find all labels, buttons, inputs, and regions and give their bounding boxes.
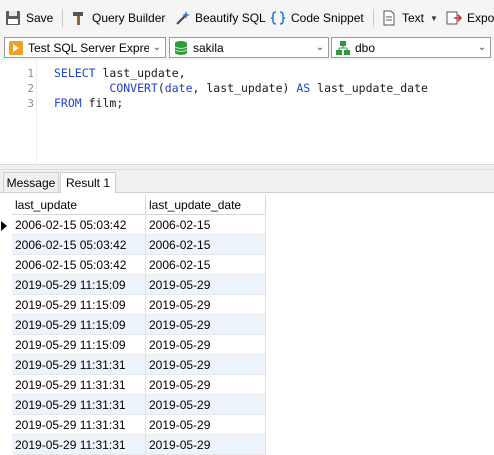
save-button[interactable]: Save (5, 9, 53, 27)
sql-editor[interactable]: 1 2 3 SELECT last_update, CONVERT(date, … (0, 60, 494, 164)
text-label: Text (402, 11, 425, 25)
connection-selector-bar: Test SQL Server Expres ⌄ sakila ⌄ dbo ⌄ (0, 36, 494, 60)
line-number: 2 (27, 82, 34, 95)
table-row[interactable]: 2019-05-29 11:31:31 2019-05-29 (0, 375, 266, 395)
tab-result-label: Result 1 (65, 176, 111, 190)
magic-wand-icon (174, 10, 190, 26)
table-row[interactable]: 2006-02-15 05:03:42 2006-02-15 (0, 235, 266, 255)
result-tabs: Message Result 1 (0, 170, 494, 193)
floppy-disk-icon (5, 10, 21, 26)
query-builder-button[interactable]: Query Builder (71, 9, 165, 27)
column-header-label: last_update_date (149, 197, 242, 212)
table-cell[interactable]: 2019-05-29 11:15:09 (12, 295, 146, 315)
table-cell[interactable]: 2019-05-29 (146, 375, 266, 395)
query-builder-label: Query Builder (92, 11, 166, 25)
table-cell[interactable]: 2019-05-29 (146, 315, 266, 335)
connection-value: Test SQL Server Expres (28, 40, 149, 55)
table-cell[interactable]: 2006-02-15 05:03:42 (12, 255, 146, 275)
connection-select[interactable]: Test SQL Server Expres ⌄ (4, 37, 166, 58)
table-cell[interactable]: 2019-05-29 11:31:31 (12, 375, 146, 395)
schema-select[interactable]: dbo ⌄ (331, 37, 491, 58)
tab-result-1[interactable]: Result 1 (60, 172, 116, 193)
table-row[interactable]: 2019-05-29 11:31:31 2019-05-29 (0, 435, 266, 455)
table-cell[interactable]: 2019-05-29 11:15:09 (12, 335, 146, 355)
result-grid[interactable]: last_update last_update_date 2006-02-15 … (0, 193, 494, 455)
braces-icon (270, 10, 286, 26)
table-cell[interactable]: 2019-05-29 11:15:09 (12, 315, 146, 335)
table-cell[interactable]: 2006-02-15 (146, 235, 266, 255)
table-row[interactable]: 2019-05-29 11:15:09 2019-05-29 (0, 275, 266, 295)
code-line-2: CONVERT(date, last_update) AS last_updat… (109, 81, 428, 95)
chevron-down-icon[interactable]: ⌄ (149, 42, 165, 53)
table-cell[interactable]: 2019-05-29 11:15:09 (12, 275, 146, 295)
hammer-icon (71, 10, 87, 26)
line-number: 1 (27, 67, 34, 80)
table-row[interactable]: 2019-05-29 11:15:09 2019-05-29 (0, 315, 266, 335)
table-row[interactable]: 2019-05-29 11:31:31 2019-05-29 (0, 415, 266, 435)
table-cell[interactable]: 2019-05-29 (146, 395, 266, 415)
code-line-1: SELECT last_update, (54, 66, 186, 80)
table-row[interactable]: 2019-05-29 11:31:31 2019-05-29 (0, 355, 266, 375)
toolbar-separator (373, 9, 374, 27)
tab-message[interactable]: Message (3, 172, 59, 192)
chevron-down-icon[interactable]: ⌄ (474, 42, 490, 53)
schema-icon (335, 40, 351, 56)
export-label: Expor (467, 11, 494, 25)
column-header[interactable]: last_update_date (146, 195, 266, 215)
table-cell[interactable]: 2006-02-15 05:03:42 (12, 215, 146, 235)
table-cell[interactable]: 2006-02-15 (146, 215, 266, 235)
document-icon (381, 10, 397, 26)
chevron-down-icon[interactable]: ▼ (430, 14, 438, 23)
schema-value: dbo (355, 40, 376, 55)
save-label: Save (26, 11, 54, 25)
table-cell[interactable]: 2019-05-29 (146, 355, 266, 375)
line-number-gutter: 1 2 3 (0, 60, 37, 164)
database-icon (173, 40, 189, 56)
column-header-label: last_update (15, 197, 78, 212)
database-value: sakila (193, 40, 224, 55)
table-cell[interactable]: 2019-05-29 (146, 335, 266, 355)
beautify-sql-label: Beautify SQL (195, 11, 266, 25)
table-row[interactable]: 2019-05-29 11:31:31 2019-05-29 (0, 395, 266, 415)
tab-message-label: Message (6, 175, 56, 190)
text-button[interactable]: Text ▼ (381, 9, 438, 27)
table-cell[interactable]: 2019-05-29 (146, 275, 266, 295)
table-cell[interactable]: 2006-02-15 05:03:42 (12, 235, 146, 255)
table-cell[interactable]: 2019-05-29 11:31:31 (12, 435, 146, 455)
column-header[interactable]: last_update (12, 195, 146, 215)
table-cell[interactable]: 2019-05-29 11:31:31 (12, 395, 146, 415)
code-snippet-button[interactable]: Code Snippet (270, 9, 364, 27)
export-button[interactable]: Expor (446, 9, 494, 27)
table-cell[interactable]: 2019-05-29 11:31:31 (12, 415, 146, 435)
table-row[interactable]: 2019-05-29 11:15:09 2019-05-29 (0, 295, 266, 315)
chevron-down-icon[interactable]: ⌄ (312, 42, 328, 53)
code-line-3: FROM film; (54, 96, 124, 110)
row-indicator-icon (1, 221, 7, 231)
table-cell[interactable]: 2019-05-29 (146, 415, 266, 435)
toolbar: Save Query Builder Beautify SQL Code Sni… (0, 0, 494, 36)
line-number: 3 (27, 97, 34, 110)
table-row[interactable]: 2006-02-15 05:03:42 2006-02-15 (0, 215, 266, 235)
table-cell[interactable]: 2019-05-29 (146, 435, 266, 455)
table-row[interactable]: 2019-05-29 11:15:09 2019-05-29 (0, 335, 266, 355)
connection-icon (8, 40, 24, 56)
table-cell[interactable]: 2006-02-15 (146, 255, 266, 275)
database-select[interactable]: sakila ⌄ (169, 37, 329, 58)
table-cell[interactable]: 2019-05-29 11:31:31 (12, 355, 146, 375)
code-snippet-label: Code Snippet (291, 11, 364, 25)
table-cell[interactable]: 2019-05-29 (146, 295, 266, 315)
table-row[interactable]: 2006-02-15 05:03:42 2006-02-15 (0, 255, 266, 275)
beautify-sql-button[interactable]: Beautify SQL (174, 9, 266, 27)
export-icon (446, 10, 463, 26)
toolbar-separator (62, 9, 63, 27)
